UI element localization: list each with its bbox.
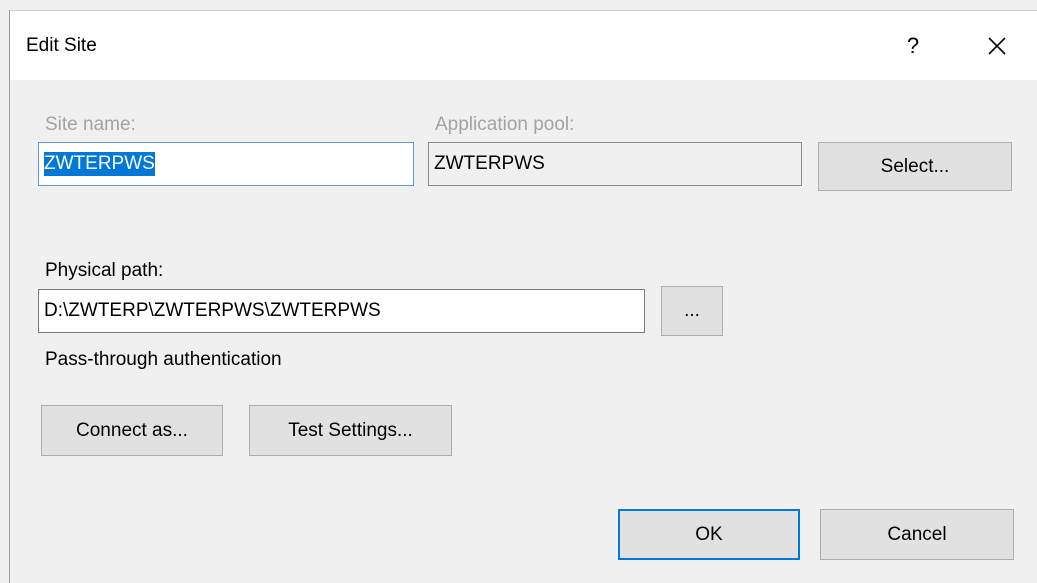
window-title: Edit Site <box>26 35 97 56</box>
site-name-value: ZWTERPWS <box>44 152 155 176</box>
edit-site-dialog: Edit Site ? Site name: ZWTERPWS Applicat… <box>0 0 1037 583</box>
application-pool-value: ZWTERPWS <box>434 153 545 174</box>
ok-button[interactable]: OK <box>618 509 800 560</box>
application-pool-label: Application pool: <box>435 114 575 135</box>
connect-as-button[interactable]: Connect as... <box>41 405 223 456</box>
site-name-input[interactable]: ZWTERPWS <box>38 142 414 186</box>
physical-path-value: D:\ZWTERP\ZWTERPWS\ZWTERPWS <box>44 300 381 321</box>
close-icon <box>988 37 1006 55</box>
dialog-body: Site name: ZWTERPWS Application pool: ZW… <box>10 80 1037 583</box>
physical-path-input[interactable]: D:\ZWTERP\ZWTERPWS\ZWTERPWS <box>38 289 645 333</box>
site-name-label: Site name: <box>45 114 136 135</box>
application-pool-field: ZWTERPWS <box>428 142 802 186</box>
pass-through-auth-label: Pass-through authentication <box>45 349 282 370</box>
title-bar: Edit Site ? <box>10 10 1037 80</box>
select-pool-button[interactable]: Select... <box>818 142 1012 191</box>
help-button[interactable]: ? <box>898 29 928 63</box>
physical-path-label: Physical path: <box>45 260 164 281</box>
cancel-button[interactable]: Cancel <box>820 509 1014 560</box>
browse-path-button[interactable]: ... <box>661 286 723 336</box>
top-strip <box>0 0 1037 10</box>
close-button[interactable] <box>980 29 1014 63</box>
test-settings-button[interactable]: Test Settings... <box>249 405 452 456</box>
